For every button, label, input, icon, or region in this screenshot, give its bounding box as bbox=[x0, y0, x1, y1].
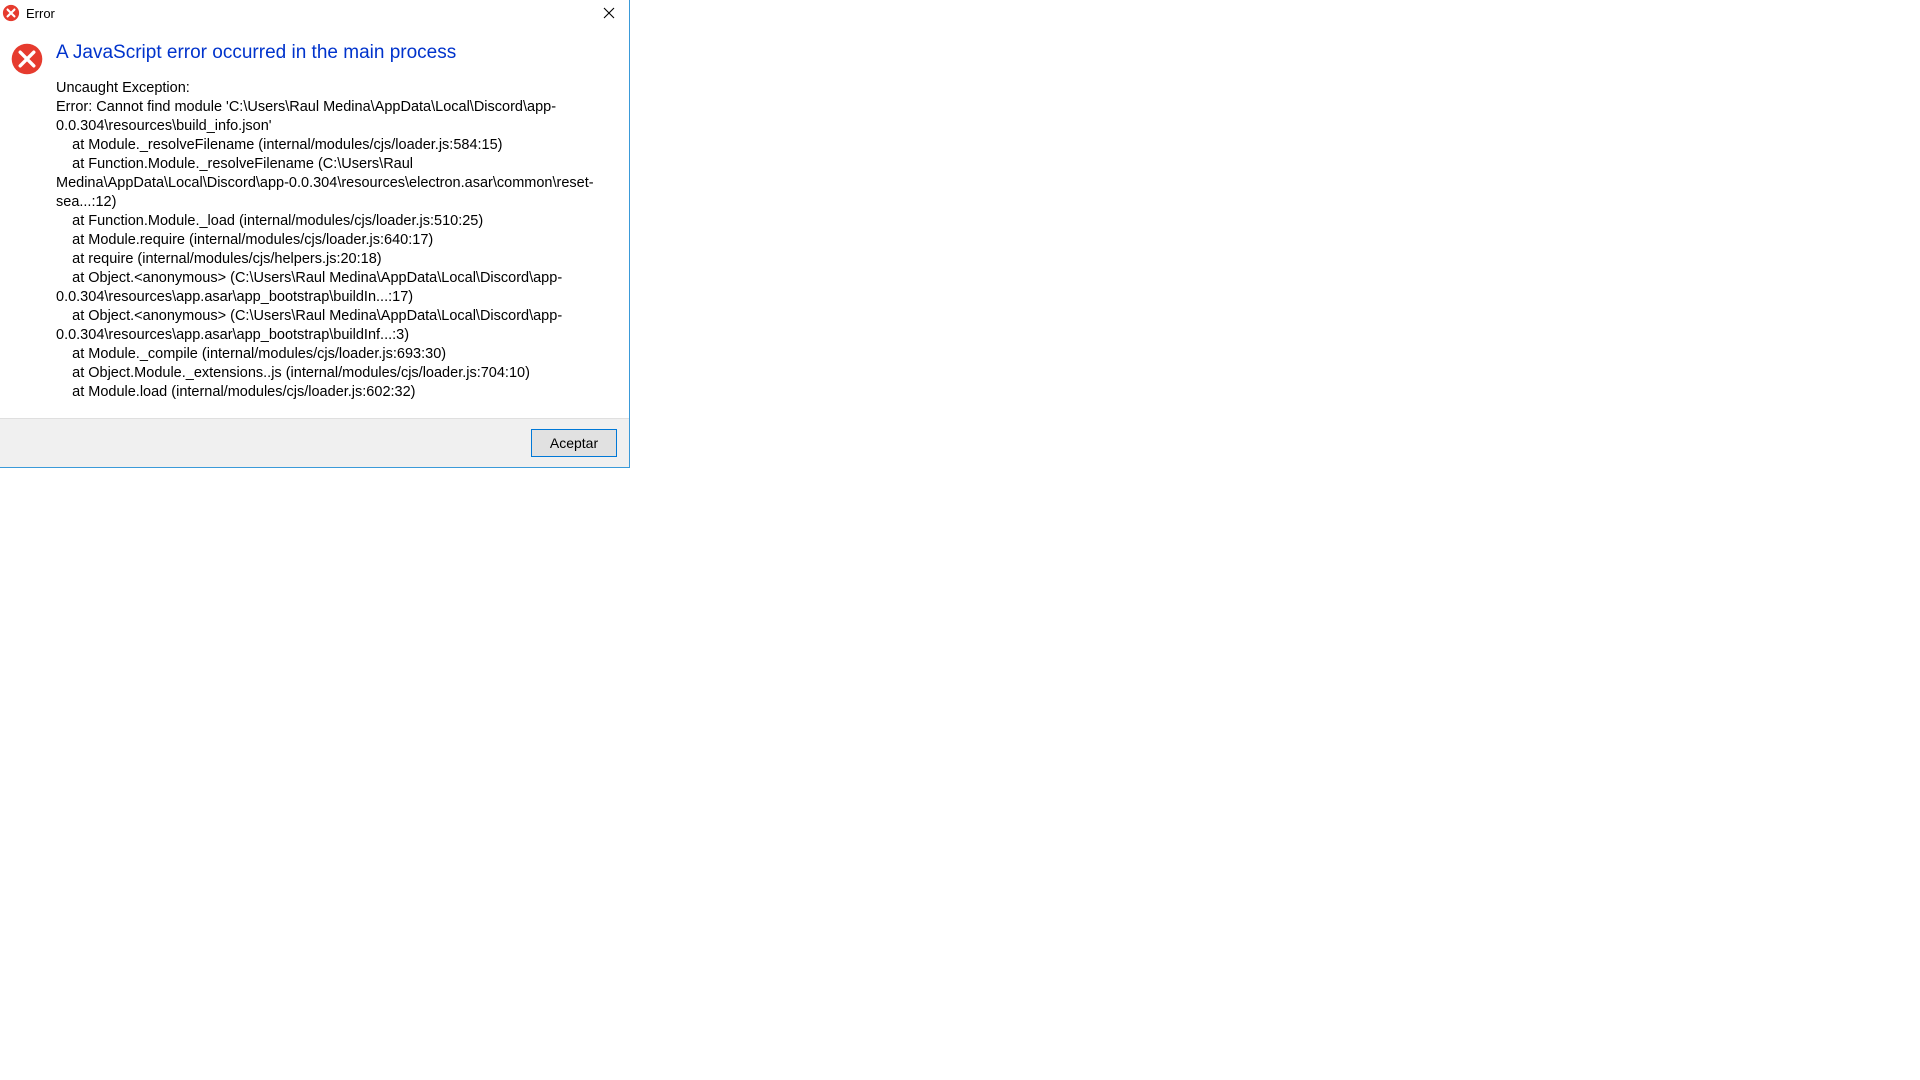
titlebar: Error bbox=[0, 0, 629, 26]
button-row: Aceptar bbox=[0, 418, 629, 467]
close-button[interactable] bbox=[595, 2, 623, 24]
icon-column bbox=[10, 38, 56, 402]
dialog-content: A JavaScript error occurred in the main … bbox=[0, 26, 629, 418]
accept-button[interactable]: Aceptar bbox=[531, 429, 617, 457]
error-icon bbox=[2, 4, 20, 22]
close-icon bbox=[603, 7, 615, 19]
error-icon bbox=[10, 42, 44, 76]
text-column: A JavaScript error occurred in the main … bbox=[56, 38, 619, 402]
titlebar-title: Error bbox=[26, 6, 55, 21]
dialog-body-text: Uncaught Exception: Error: Cannot find m… bbox=[56, 79, 619, 402]
dialog-heading: A JavaScript error occurred in the main … bbox=[56, 42, 619, 65]
error-dialog: Error A JavaScript error occurred in the… bbox=[0, 0, 630, 468]
